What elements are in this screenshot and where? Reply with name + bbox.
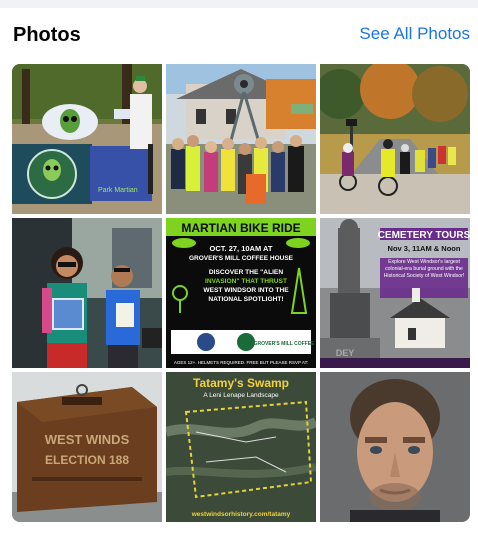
photo-tile[interactable]: CEMETERY TOURS Nov 3, 11AM & Noon Explor… bbox=[320, 218, 470, 368]
poster-date: OCT. 27, 10AM AT bbox=[210, 244, 273, 253]
ballot-box-text-1: WEST WINDS bbox=[45, 432, 130, 447]
photo-tile[interactable] bbox=[166, 64, 316, 214]
svg-text:DEY: DEY bbox=[336, 348, 355, 358]
photo-tile[interactable] bbox=[320, 372, 470, 522]
photo-tile[interactable] bbox=[12, 218, 162, 368]
poster-sponsor: GROVER'S MILL COFFEE bbox=[254, 341, 315, 347]
poster-footer: AGES 12+. HELMETS REQUIRED. FREE BUT PLE… bbox=[174, 360, 308, 365]
poster-line4: NATIONAL SPOTLIGHT! bbox=[208, 296, 283, 303]
photo-tile[interactable]: Tatamy's Swamp A Leni Lenape Landscape w… bbox=[166, 372, 316, 522]
see-all-photos-link[interactable]: See All Photos bbox=[359, 24, 470, 44]
poster-line2: INVASION" THAT THRUST bbox=[205, 278, 287, 285]
photos-card: Photos See All Photos Park Martian MARTI… bbox=[0, 8, 478, 540]
map-title: Tatamy's Swamp bbox=[193, 376, 289, 390]
photo-tile[interactable]: WEST WINDS ELECTION 188 bbox=[12, 372, 162, 522]
poster-line3: WEST WINDSOR INTO THE bbox=[203, 287, 289, 294]
photo-tile[interactable] bbox=[320, 64, 470, 214]
photo-tile[interactable]: MARTIAN BIKE RIDE OCT. 27, 10AM AT GROVE… bbox=[166, 218, 316, 368]
poster-title: MARTIAN BIKE RIDE bbox=[181, 221, 300, 235]
poster-title: CEMETERY TOURS bbox=[378, 230, 470, 241]
poster-venue: GROVER'S MILL COFFEE HOUSE bbox=[189, 255, 294, 262]
poster-line1: DISCOVER THE "ALIEN bbox=[209, 269, 283, 276]
poster-body: Explore West Windsor's largest colonial-… bbox=[383, 259, 465, 280]
photo-grid: Park Martian MARTIAN BIKE RIDE OCT. 27, … bbox=[12, 64, 470, 522]
banner-text: Park Martian bbox=[98, 187, 138, 194]
map-subtitle: A Leni Lenape Landscape bbox=[203, 392, 279, 399]
section-title: Photos bbox=[13, 24, 81, 46]
photo-tile[interactable]: Park Martian bbox=[12, 64, 162, 214]
ballot-box-text-2: ELECTION 188 bbox=[45, 453, 129, 467]
map-url: westwindsorhistory.com/tatamy bbox=[191, 511, 291, 518]
poster-when: Nov 3, 11AM & Noon bbox=[388, 244, 461, 253]
